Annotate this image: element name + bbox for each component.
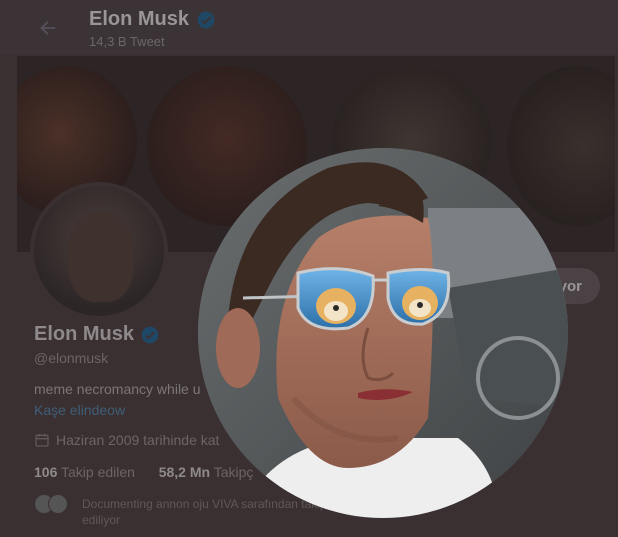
followers-label: Takipç — [213, 464, 254, 480]
following-link[interactable]: 106 Takip edilen — [34, 464, 139, 480]
profile-header: Elon Musk 14,3 B Tweet — [0, 0, 618, 54]
profile-avatar[interactable] — [30, 182, 168, 320]
profile-page: Elon Musk 14,3 B Tweet yor Elon Musk @el… — [0, 0, 618, 537]
followers-link[interactable]: 58,2 Mn Takipç — [159, 464, 254, 480]
follower-avatars — [34, 494, 70, 514]
joined-date: Haziran 2009 tarihinde kat — [34, 432, 219, 448]
header-name: Elon Musk — [89, 8, 190, 30]
profile-photo-image — [198, 148, 568, 518]
following-label: Takip edilen — [61, 464, 135, 480]
avatar-face — [68, 212, 134, 302]
back-button[interactable] — [30, 10, 66, 46]
banner-planet — [507, 66, 615, 226]
joined-text: Haziran 2009 tarihinde kat — [56, 432, 220, 448]
back-arrow-icon — [40, 20, 56, 36]
tweets-count: 14,3 B Tweet — [89, 34, 165, 49]
follow-stats: 106 Takip edilen 58,2 Mn Takipç — [34, 464, 253, 480]
verified-badge-icon — [141, 326, 159, 344]
profile-name: Elon Musk — [34, 323, 135, 345]
follower-avatar — [48, 494, 68, 514]
verified-badge-icon — [197, 11, 215, 29]
profile-bio: meme necromancy while u — [34, 381, 201, 397]
profile-handle: @elonmusk — [34, 350, 109, 366]
following-count: 106 — [34, 464, 58, 480]
bio-link[interactable]: Kaşe elindeow — [34, 402, 125, 418]
enlarged-profile-photo[interactable] — [198, 148, 568, 518]
calendar-icon — [35, 434, 49, 447]
followers-count: 58,2 Mn — [158, 464, 211, 480]
